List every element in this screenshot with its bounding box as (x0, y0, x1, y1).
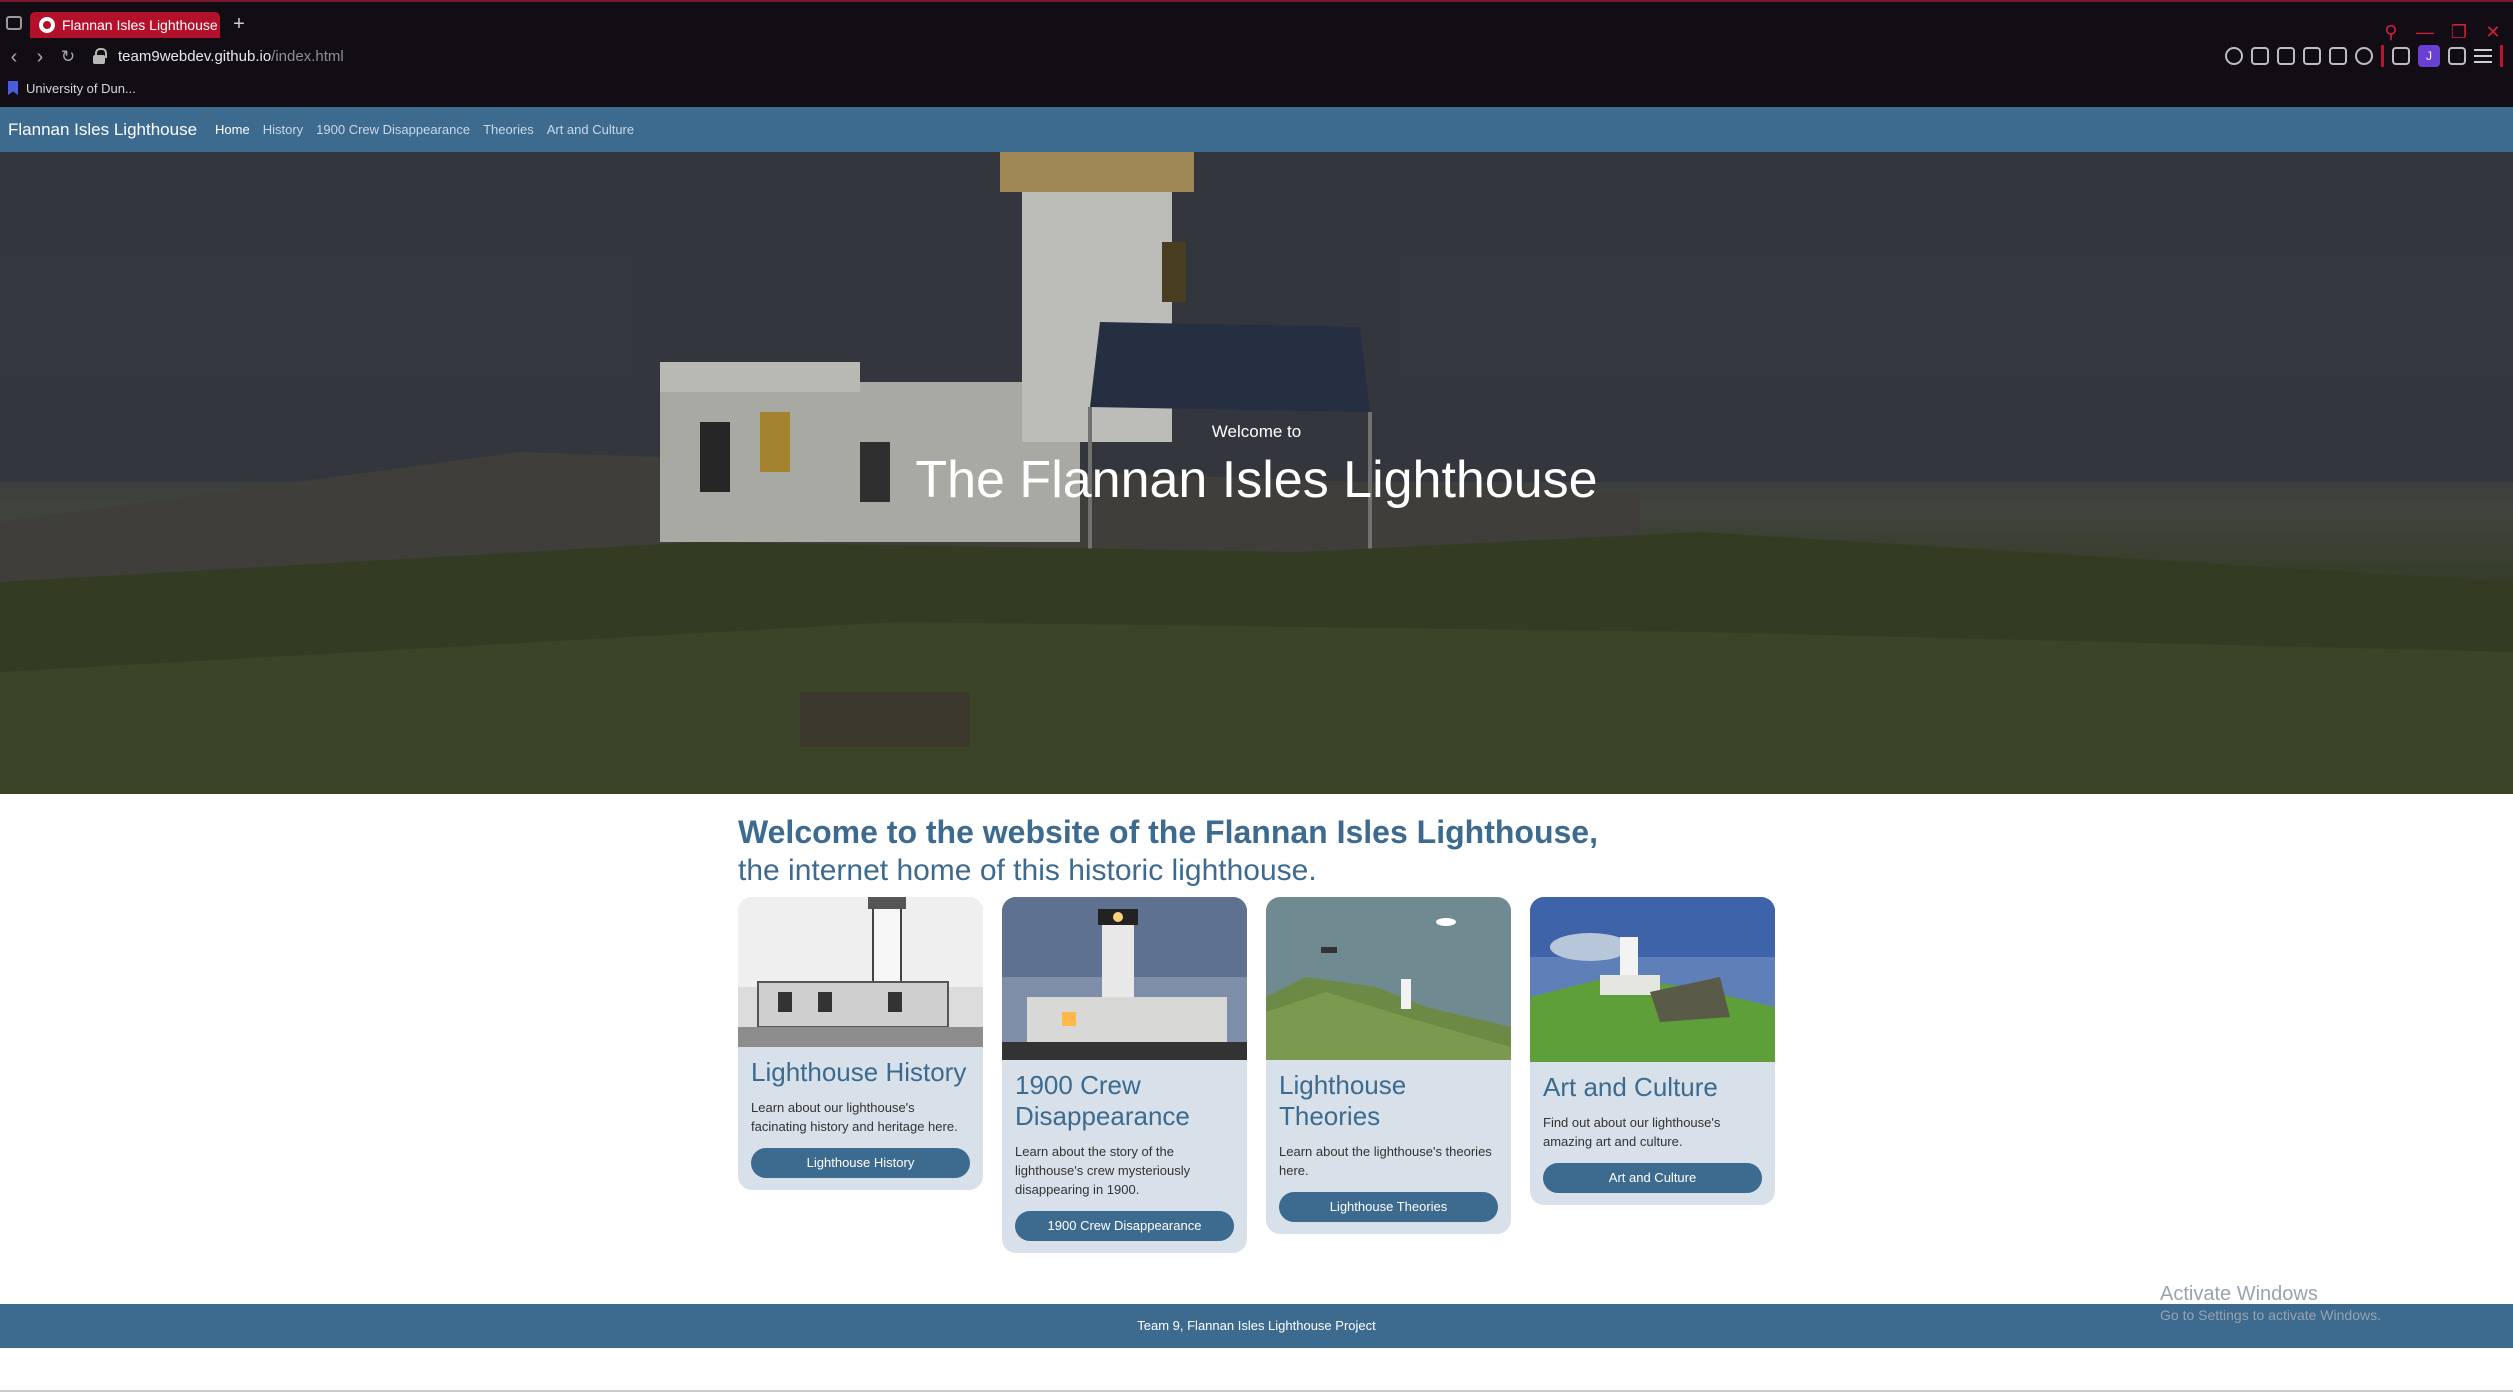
site-brand[interactable]: Flannan Isles Lighthouse (8, 120, 197, 140)
bookmark-folder-icon (8, 81, 18, 95)
crew-disappearance-button[interactable]: 1900 Crew Disappearance (1015, 1211, 1234, 1241)
bookmark-icon[interactable] (2251, 47, 2269, 65)
hero-subtitle: Welcome to (1211, 422, 1302, 441)
card-title: Lighthouse Theories (1279, 1070, 1407, 1131)
play-icon[interactable] (2329, 47, 2347, 65)
profile-avatar[interactable]: J (2418, 45, 2440, 67)
new-tab-button[interactable]: + (226, 12, 252, 38)
heart-icon[interactable] (2355, 47, 2373, 65)
close-window-button[interactable]: ✕ (2483, 22, 2503, 42)
page-bottom-divider (0, 1390, 2513, 1392)
card-art-culture: Art and Culture Find out about our light… (1530, 897, 1775, 1205)
history-card-image (738, 897, 983, 1047)
hero-banner: Welcome to The Flannan Isles Lighthouse (0, 152, 2513, 794)
card-text: Learn about the story of the lighthouse'… (1015, 1144, 1191, 1197)
bookmarks-bar: University of Dun... (0, 78, 2513, 102)
activation-text: Go to Settings to activate Windows. (2160, 1307, 2381, 1323)
main-content: Welcome to the website of the Flannan Is… (738, 812, 1778, 1253)
card-title: Art and Culture (1543, 1072, 1718, 1102)
site-footer: Team 9, Flannan Isles Lighthouse Project (0, 1304, 2513, 1348)
site-navbar: Flannan Isles Lighthouse Home History 19… (0, 107, 2513, 152)
card-text: Find out about our lighthouse's amazing … (1543, 1115, 1721, 1149)
lighthouse-theories-button[interactable]: Lighthouse Theories (1279, 1192, 1498, 1222)
url-field[interactable]: team9webdev.github.io/index.html (118, 46, 344, 68)
snapshot-icon[interactable] (2277, 47, 2295, 65)
nav-link-art-culture[interactable]: Art and Culture (547, 122, 634, 137)
theories-card-image (1266, 897, 1511, 1060)
activation-title: Activate Windows (2160, 1283, 2318, 1305)
card-title: 1900 Crew Disappearance (1015, 1070, 1190, 1131)
card-text: Learn about the lighthouse's theories he… (1279, 1144, 1492, 1178)
forward-button[interactable]: › (28, 45, 52, 69)
hero-title: The Flannan Isles Lighthouse (915, 451, 1598, 509)
url-path: /index.html (271, 48, 344, 65)
reload-button[interactable]: ↻ (56, 45, 80, 69)
search-tabs-icon[interactable]: ⚲ (2381, 22, 2401, 42)
nav-link-home[interactable]: Home (215, 122, 250, 137)
toolbar-separator (2381, 45, 2384, 67)
address-bar: ‹ › ↻ team9webdev.github.io/index.html J (0, 42, 2513, 72)
nav-link-theories[interactable]: Theories (483, 122, 534, 137)
art-card-image (1530, 897, 1775, 1062)
tab-active[interactable]: Flannan Isles Lighthouse (30, 12, 220, 38)
card-lighthouse-theories: Lighthouse Theories Learn about the ligh… (1266, 897, 1511, 1234)
menu-icon[interactable] (2474, 49, 2492, 63)
restore-button[interactable]: ❐ (2449, 22, 2469, 42)
lighthouse-history-button[interactable]: Lighthouse History (751, 1148, 970, 1178)
bookmark-item[interactable]: University of Dun... (26, 80, 136, 98)
tab-strip: Flannan Isles Lighthouse + ⚲ — ❐ ✕ (0, 10, 2513, 42)
sidebar-indicator (2500, 45, 2503, 67)
toolbar-icons: J (2225, 45, 2503, 67)
windows-activation-watermark: Activate Windows Go to Settings to activ… (2160, 1282, 2381, 1324)
minimize-button[interactable]: — (2415, 22, 2435, 42)
nav-link-history[interactable]: History (263, 122, 303, 137)
favicon-icon (39, 17, 55, 33)
tab-menu-icon[interactable] (6, 16, 22, 30)
card-title: Lighthouse History (751, 1057, 967, 1087)
welcome-heading: Welcome to the website of the Flannan Is… (738, 814, 1598, 850)
card-text: Learn about our lighthouse's facinating … (751, 1100, 958, 1134)
download-icon[interactable] (2448, 47, 2466, 65)
extensions-icon[interactable] (2392, 47, 2410, 65)
art-culture-button[interactable]: Art and Culture (1543, 1163, 1762, 1193)
lock-icon[interactable] (92, 48, 107, 64)
zoom-icon[interactable] (2225, 47, 2243, 65)
card-grid: Lighthouse History Learn about our light… (738, 897, 1778, 1257)
shield-icon[interactable] (2303, 47, 2321, 65)
back-button[interactable]: ‹ (2, 45, 26, 69)
card-crew-disappearance: 1900 Crew Disappearance Learn about the … (1002, 897, 1247, 1253)
url-domain: team9webdev.github.io (118, 48, 272, 65)
window-controls: ⚲ — ❐ ✕ (2381, 20, 2503, 44)
welcome-subheading: the internet home of this historic light… (738, 854, 1317, 887)
crew-card-image (1002, 897, 1247, 1060)
tab-title: Flannan Isles Lighthouse (62, 17, 218, 33)
nav-link-crew-disappearance[interactable]: 1900 Crew Disappearance (316, 122, 470, 137)
card-lighthouse-history: Lighthouse History Learn about our light… (738, 897, 983, 1190)
browser-chrome: Flannan Isles Lighthouse + ⚲ — ❐ ✕ ‹ › ↻… (0, 0, 2513, 107)
